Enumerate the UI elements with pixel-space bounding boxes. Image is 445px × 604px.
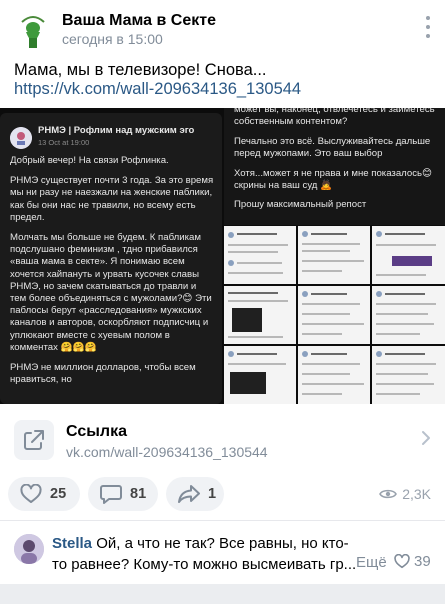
card-date: 13 Oct at 19:00: [38, 138, 90, 147]
comment-body: Ой, а что не так? Все равны, но кто-то р…: [52, 535, 357, 573]
comment-icon: [100, 485, 122, 504]
thumbnail-image[interactable]: [298, 226, 370, 284]
chevron-right-icon: [421, 430, 431, 451]
comment-author[interactable]: Stella: [52, 535, 92, 552]
post-actions: 25 81 1 2,3K: [0, 474, 445, 514]
views-counter: 2,3K: [379, 486, 431, 502]
divider: [0, 520, 445, 521]
continuation-line: Хотя...может я не права и мне показалось…: [234, 167, 432, 192]
comment-count: 81: [130, 486, 147, 502]
card-paragraph: Молчать мы больше не будем. К пабликам п…: [10, 232, 212, 353]
thumbnail-image[interactable]: [298, 286, 370, 344]
share-icon: [178, 485, 200, 503]
screenshot-continuation[interactable]: может вы, наконец, отвлечетесь и займете…: [224, 108, 445, 225]
group-name[interactable]: Ваша Мама в Секте: [62, 12, 216, 30]
comment-more-link[interactable]: Ещё: [356, 554, 387, 571]
heart-icon: [394, 554, 410, 569]
continuation-text: может вы, наконец, отвлечетесь и займете…: [234, 108, 439, 219]
post-text: Мама, мы в телевизоре! Снова...: [14, 61, 267, 79]
eye-icon: [379, 489, 398, 499]
like-count: 25: [50, 486, 67, 502]
link-title: Ссылка: [66, 423, 127, 440]
screenshot-thumbnails[interactable]: [224, 226, 445, 404]
card-paragraph: РНМЭ существует почти 3 года. За это вре…: [10, 175, 214, 223]
bottom-separator: [0, 584, 445, 604]
post-media[interactable]: РНМЭ | Рофлим над мужским эго 13 Oct at …: [0, 108, 445, 404]
continuation-line: может вы, наконец, отвлечетесь и займете…: [234, 108, 435, 128]
post-time[interactable]: сегодня в 15:00: [62, 31, 163, 47]
link-url: vk.com/wall-209634136_130544: [66, 444, 268, 460]
thumbnail-image[interactable]: [372, 286, 445, 344]
comment-item[interactable]: Stella Ой, а что не так? Все равны, но к…: [0, 528, 445, 584]
continuation-line: Печально это всё. Выслуживайтесь дальше …: [234, 135, 431, 160]
views-count: 2,3K: [402, 486, 431, 502]
group-avatar[interactable]: [14, 10, 52, 50]
thumbnail-image[interactable]: [224, 286, 296, 344]
card-body: Добрый вечер! На связи Рофлинка. РНМЭ су…: [10, 155, 215, 394]
post-header: Ваша Мама в Секте сегодня в 15:00: [0, 0, 445, 60]
comment-like-button[interactable]: 39: [394, 553, 431, 570]
thumbnail-image[interactable]: [372, 346, 445, 404]
more-options-icon[interactable]: [425, 16, 431, 38]
like-button[interactable]: 25: [8, 477, 80, 511]
heart-icon: [20, 484, 42, 503]
card-author-name: РНМЭ | Рофлим над мужским эго: [38, 125, 195, 136]
continuation-line: Прошу максимальный репост: [234, 199, 367, 211]
comment-button[interactable]: 81: [88, 477, 158, 511]
thumbnail-image[interactable]: [372, 226, 445, 284]
post-link[interactable]: https://vk.com/wall-209634136_130544: [14, 80, 301, 99]
card-paragraph: Добрый вечер! На связи Рофлинка.: [10, 155, 169, 166]
comment-text: Stella Ой, а что не так? Все равны, но к…: [52, 533, 362, 575]
share-button[interactable]: 1: [166, 477, 224, 511]
share-count: 1: [208, 486, 217, 502]
thumbnail-image[interactable]: [224, 226, 296, 284]
card-paragraph: РНМЭ не миллион долларов, чтобы всем нра…: [10, 362, 196, 386]
commenter-avatar[interactable]: [14, 534, 44, 564]
thumbnail-image[interactable]: [224, 346, 296, 404]
card-author-avatar: [10, 127, 32, 149]
thumbnail-image[interactable]: [298, 346, 370, 404]
screenshot-post-card[interactable]: РНМЭ | Рофлим над мужским эго 13 Oct at …: [0, 113, 222, 404]
external-link-icon: [14, 420, 54, 460]
comment-like-count: 39: [414, 553, 431, 570]
link-snippet[interactable]: Ссылка vk.com/wall-209634136_130544: [0, 404, 445, 474]
